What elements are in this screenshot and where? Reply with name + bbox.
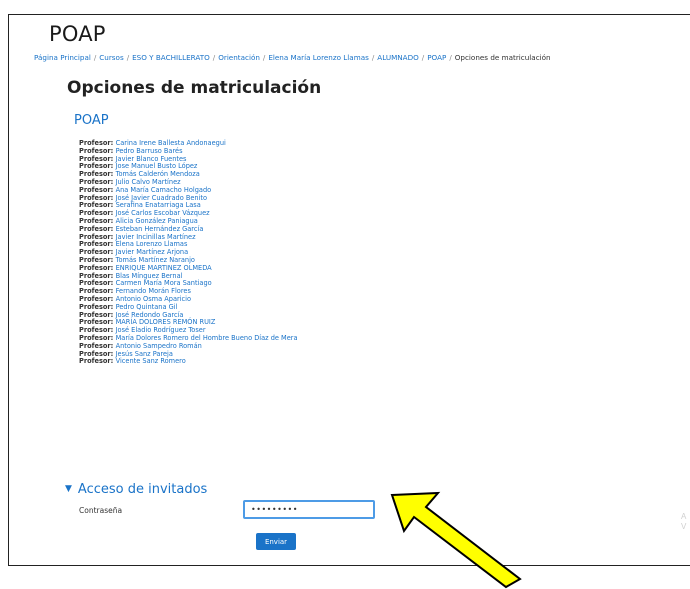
teacher-role-label: Profesor: (79, 255, 116, 264)
teacher-link[interactable]: MARÍA DOLORES REMÓN RUIZ (116, 318, 216, 326)
teacher-role-label: Profesor: (79, 224, 116, 233)
teacher-link[interactable]: Vicente Sanz Romero (116, 357, 186, 365)
guest-access-heading: Acceso de invitados (77, 482, 208, 497)
teacher-link[interactable]: Alicia González Paniagua (116, 217, 198, 225)
breadcrumb-orientacion[interactable]: Orientación (218, 53, 260, 62)
site-title: POAP (49, 22, 106, 46)
breadcrumb-separator: / (212, 53, 216, 62)
teacher-role-label: Profesor: (79, 232, 116, 241)
teacher-link[interactable]: ENRIQUE MARTINEZ OLMEDA (116, 264, 212, 272)
teacher-link[interactable]: José Carlos Escobar Vázquez (116, 209, 210, 217)
arrow-pointer-icon (390, 491, 522, 589)
teacher-link[interactable]: Ana María Camacho Holgado (116, 186, 212, 194)
teacher-role-label: Profesor: (79, 279, 116, 288)
teacher-link[interactable]: Carina Irene Ballesta Andonaegui (116, 139, 226, 147)
breadcrumb-separator: / (93, 53, 97, 62)
chevron-down-icon: ▼ (65, 484, 72, 494)
teacher-link[interactable]: Jesús Sanz Pareja (116, 350, 173, 358)
teacher-link[interactable]: Esteban Hernández García (116, 225, 204, 233)
teacher-link[interactable]: Julio Calvo Martínez (116, 178, 181, 186)
teacher-link[interactable]: Pedro Quintana Gil (116, 303, 178, 311)
teacher-link[interactable]: Fernando Morán Flores (116, 287, 191, 295)
teacher-role-label: Profesor: (79, 294, 116, 303)
breadcrumb-separator: / (126, 53, 130, 62)
breadcrumb-separator: / (371, 53, 375, 62)
teacher-link[interactable]: José Eladio Rodríguez Toser (116, 326, 206, 334)
teacher-link[interactable]: Carmen María Mora Santiago (116, 279, 212, 287)
breadcrumb: Página Principal / Cursos / ESO Y BACHILLERA… (34, 53, 551, 62)
teacher-role-label: Profesor: (79, 341, 116, 350)
teacher-role-label: Profesor: (79, 357, 116, 366)
teacher-link[interactable]: Blas Mínguez Bernal (116, 272, 183, 280)
teacher-role-label: Profesor: (79, 209, 116, 218)
submit-button[interactable]: Enviar (256, 533, 296, 550)
teacher-link[interactable]: Elena Lorenzo Llamas (116, 240, 188, 248)
teacher-role-label: Profesor: (79, 193, 116, 202)
teacher-role-label: Profesor: (79, 154, 116, 163)
breadcrumb-separator: / (449, 53, 452, 62)
teacher-row: Profesor: Vicente Sanz Romero (79, 357, 298, 366)
teacher-role-label: Profesor: (79, 185, 116, 194)
teacher-role-label: Profesor: (79, 333, 116, 342)
teacher-role-label: Profesor: (79, 177, 116, 186)
course-name-link[interactable]: POAP (74, 113, 109, 128)
teacher-link[interactable]: Pedro Barruso Barés (116, 147, 183, 155)
teacher-link[interactable]: José Javier Cuadrado Benito (116, 194, 207, 202)
teacher-link[interactable]: María Dolores Romero del Hombre Bueno Dí… (116, 334, 298, 342)
watermark-text: A V (681, 512, 687, 531)
teacher-link[interactable]: Serafina Enatarriaga Lasa (116, 201, 201, 209)
teacher-role-label: Profesor: (79, 216, 116, 225)
teacher-role-label: Profesor: (79, 287, 116, 296)
teacher-role-label: Profesor: (79, 240, 116, 249)
breadcrumb-home[interactable]: Página Principal (34, 53, 91, 62)
teacher-link[interactable]: Javier Blanco Fuentes (116, 155, 187, 163)
teacher-role-label: Profesor: (79, 326, 116, 335)
teacher-role-label: Profesor: (79, 248, 116, 257)
teacher-role-label: Profesor: (79, 318, 116, 327)
password-label: Contraseña (79, 506, 123, 515)
breadcrumb-separator: / (262, 53, 266, 62)
teacher-link[interactable]: Javier Incinillas Martínez (116, 233, 196, 241)
page-heading: Opciones de matriculación (67, 78, 322, 98)
teacher-list: Profesor: Carina Irene Ballesta Andonaeg… (79, 139, 298, 366)
teacher-role-label: Profesor: (79, 302, 116, 311)
teacher-role-label: Profesor: (79, 263, 116, 272)
breadcrumb-eso-bachillerato[interactable]: ESO Y BACHILLERATO (132, 53, 210, 62)
teacher-link[interactable]: Antonio Osma Aparicio (116, 295, 191, 303)
teacher-role-label: Profesor: (79, 146, 116, 155)
breadcrumb-poap[interactable]: POAP (427, 53, 446, 62)
teacher-link[interactable]: Tomás Calderón Mendoza (116, 170, 200, 178)
teacher-link[interactable]: Antonio Sampedro Román (116, 342, 202, 350)
breadcrumb-courses[interactable]: Cursos (99, 53, 123, 62)
breadcrumb-current: Opciones de matriculación (454, 53, 551, 62)
teacher-role-label: Profesor: (79, 349, 116, 358)
teacher-link[interactable]: Tomás Martínez Naranjo (116, 256, 195, 264)
breadcrumb-teacher[interactable]: Elena María Lorenzo Llamas (268, 53, 369, 62)
teacher-link[interactable]: Jose Manuel Busto López (116, 162, 198, 170)
password-field[interactable] (243, 500, 375, 519)
teacher-role-label: Profesor: (79, 139, 116, 147)
breadcrumb-separator: / (421, 53, 425, 62)
teacher-role-label: Profesor: (79, 170, 116, 179)
guest-access-toggle[interactable]: ▼ Acceso de invitados (65, 482, 207, 497)
teacher-link[interactable]: Javier Martínez Arjona (116, 248, 189, 256)
teacher-role-label: Profesor: (79, 271, 116, 280)
teacher-role-label: Profesor: (79, 162, 116, 171)
teacher-role-label: Profesor: (79, 201, 116, 210)
breadcrumb-alumnado[interactable]: ALUMNADO (377, 53, 419, 62)
